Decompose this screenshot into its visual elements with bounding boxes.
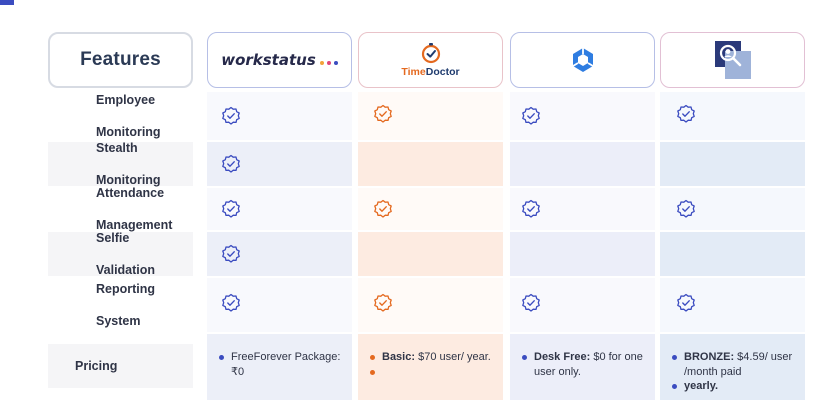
check-badge-icon bbox=[522, 199, 540, 218]
check-badge-icon bbox=[222, 293, 240, 312]
workstatus-logo-text: workstatus bbox=[221, 51, 316, 69]
feature-label-attendance-management: Attendance Management bbox=[96, 186, 173, 232]
blue-hexagon-logo-icon bbox=[572, 48, 593, 72]
check-badge-icon bbox=[677, 104, 695, 123]
timedoctor-employee-monitoring-cell bbox=[358, 92, 503, 140]
pricing-item: yearly. bbox=[672, 379, 805, 394]
competitor4-pricing-list: BRONZE: $4.59/ user /month paid yearly. bbox=[660, 350, 805, 394]
workstatus-stealth-monitoring-cell bbox=[207, 142, 352, 186]
competitor4-reporting-system-cell bbox=[660, 278, 805, 332]
workstatus-pricing-list: FreeForever Package: ₹0 bbox=[207, 350, 352, 379]
timedoctor-header: TimeDoctor bbox=[358, 32, 503, 88]
competitor3-header bbox=[510, 32, 655, 88]
pricing-item: FreeForever Package: ₹0 bbox=[219, 350, 352, 379]
features-header: Features bbox=[48, 32, 193, 88]
competitor3-employee-monitoring-cell bbox=[510, 92, 655, 140]
check-badge-icon bbox=[374, 104, 392, 123]
check-badge-icon bbox=[222, 244, 240, 263]
workstatus-pricing-cell: FreeForever Package: ₹0 bbox=[207, 334, 352, 400]
feature-label-employee-monitoring: Employee Monitoring bbox=[96, 93, 161, 139]
workstatus-logo-dots bbox=[319, 61, 338, 65]
competitor4-stealth-monitoring-cell bbox=[660, 142, 805, 186]
timedoctor-logo-icon bbox=[421, 43, 440, 64]
timedoctor-logo-text: TimeDoctor bbox=[401, 66, 460, 78]
competitor4-header bbox=[660, 32, 805, 88]
check-badge-icon bbox=[677, 199, 695, 218]
competitor3-pricing-cell: Desk Free: $0 for one user only. bbox=[510, 334, 655, 400]
competitor3-stealth-monitoring-cell bbox=[510, 142, 655, 186]
check-badge-icon bbox=[374, 293, 392, 312]
check-badge-icon bbox=[374, 199, 392, 218]
competitor3-pricing-list: Desk Free: $0 for one user only. bbox=[510, 350, 655, 379]
feature-label-pricing: Pricing bbox=[48, 344, 193, 388]
pricing-item: Desk Free: $0 for one user only. bbox=[522, 350, 655, 379]
competitor3-reporting-system-cell bbox=[510, 278, 655, 332]
timedoctor-pricing-list: Basic: $70 user/ year. bbox=[358, 350, 491, 379]
check-badge-icon bbox=[522, 106, 540, 125]
check-badge-icon bbox=[222, 106, 240, 125]
feature-label-selfie-validation: Selfie Validation bbox=[48, 231, 193, 277]
workstatus-header: workstatus bbox=[207, 32, 352, 88]
competitor3-attendance-management-cell bbox=[510, 188, 655, 230]
pricing-item-empty bbox=[370, 365, 491, 380]
workstatus-attendance-management-cell bbox=[207, 188, 352, 230]
workstatus-employee-monitoring-cell bbox=[207, 92, 352, 140]
competitor4-employee-monitoring-cell bbox=[660, 92, 805, 140]
timedoctor-stealth-monitoring-cell bbox=[358, 142, 503, 186]
workstatus-selfie-validation-cell bbox=[207, 232, 352, 276]
timedoctor-reporting-system-cell bbox=[358, 278, 503, 332]
pricing-item: Basic: $70 user/ year. bbox=[370, 350, 491, 365]
competitor4-selfie-validation-cell bbox=[660, 232, 805, 276]
check-badge-icon bbox=[222, 199, 240, 218]
timedoctor-selfie-validation-cell bbox=[358, 232, 503, 276]
check-badge-icon bbox=[522, 293, 540, 312]
pricing-item: BRONZE: $4.59/ user /month paid bbox=[672, 350, 805, 379]
timedoctor-attendance-management-cell bbox=[358, 188, 503, 230]
timedoctor-pricing-cell: Basic: $70 user/ year. bbox=[358, 334, 503, 400]
corner-accent bbox=[0, 0, 14, 5]
feature-label-stealth-monitoring: Stealth Monitoring bbox=[48, 141, 193, 187]
check-badge-icon bbox=[222, 154, 240, 173]
competitor4-attendance-management-cell bbox=[660, 188, 805, 230]
competitor3-selfie-validation-cell bbox=[510, 232, 655, 276]
workstatus-reporting-system-cell bbox=[207, 278, 352, 332]
check-badge-icon bbox=[677, 293, 695, 312]
features-header-label: Features bbox=[80, 49, 161, 70]
feature-label-reporting-system: Reporting System bbox=[96, 282, 156, 328]
workstatus-logo: workstatus bbox=[221, 51, 338, 69]
competitor4-pricing-cell: BRONZE: $4.59/ user /month paid yearly. bbox=[660, 334, 805, 400]
magnifier-person-logo-icon bbox=[714, 41, 751, 79]
